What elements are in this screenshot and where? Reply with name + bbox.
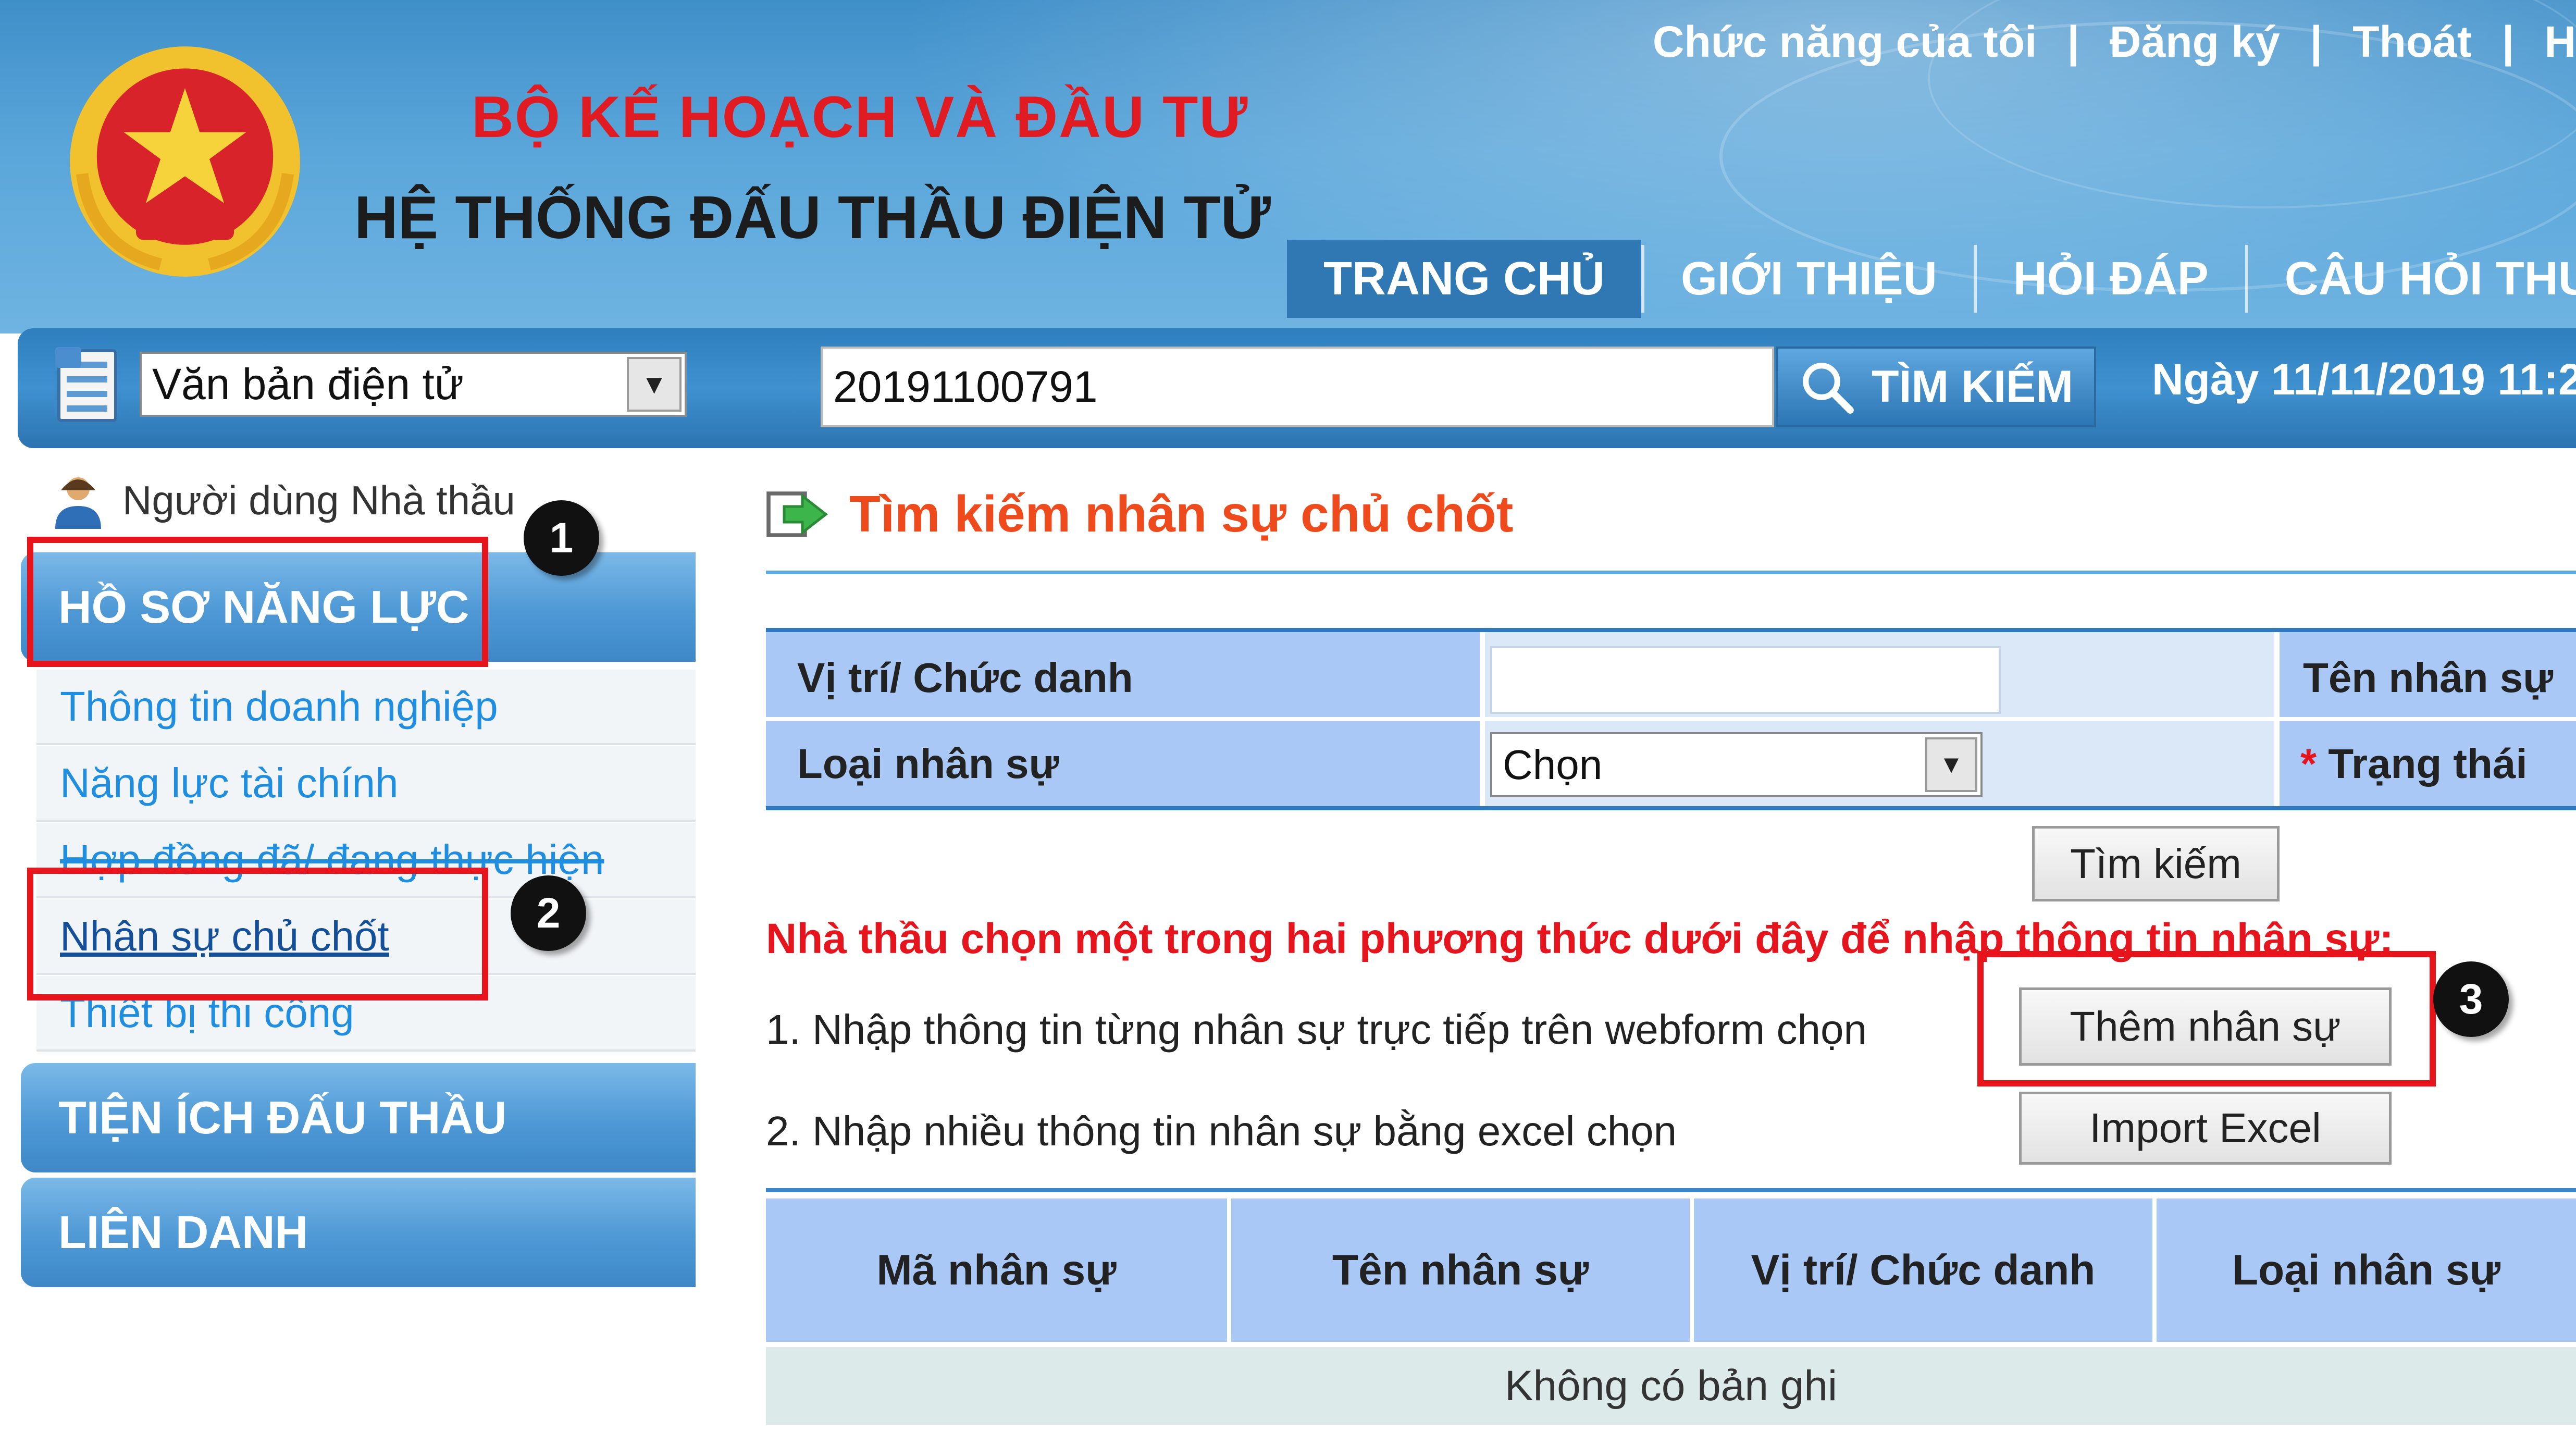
- highlight-box-3: [1977, 951, 2436, 1086]
- separator: |: [2501, 17, 2515, 66]
- column-header-type: Loại nhân sự: [2232, 1246, 2500, 1294]
- column-separator: [2152, 1199, 2157, 1342]
- personnel-type-value: Chọn: [1503, 741, 1603, 788]
- status-label-text: Trạng thái: [2328, 740, 2528, 787]
- tab-faq[interactable]: CÂU HỎI THƯỜNG: [2248, 240, 2576, 318]
- sidebar-item-financial[interactable]: Năng lực tài chính: [36, 746, 696, 822]
- step-badge-2: 2: [511, 875, 586, 951]
- sidebar-section-label: TIỆN ÍCH ĐẤU THẦU: [58, 1092, 507, 1143]
- search-button-label: TÌM KIẾM: [1872, 362, 2073, 412]
- filter-search-button[interactable]: Tìm kiếm: [2032, 826, 2280, 901]
- personnel-type-select[interactable]: Chọn ▼: [1490, 732, 1983, 797]
- separator: |: [2310, 17, 2323, 66]
- required-marker: *: [2300, 740, 2317, 787]
- my-functions-link[interactable]: Chức năng của tôi: [1653, 17, 2037, 67]
- search-button[interactable]: TÌM KIẾM: [1776, 347, 2096, 427]
- column-header-id: Mã nhân sự: [876, 1246, 1117, 1294]
- personnel-name-label: Tên nhân sự: [2303, 654, 2554, 701]
- highlight-box-1: [27, 537, 488, 667]
- register-link[interactable]: Đăng ký: [2110, 17, 2280, 67]
- national-emblem-icon: [70, 46, 300, 277]
- main-nav: TRANG CHỦ GIỚI THIỆU HỎI ĐÁP CÂU HỎI THƯ…: [1287, 240, 2576, 318]
- arrow-right-icon: [766, 491, 828, 537]
- current-date: Ngày 11/11/2019 11:2: [2152, 355, 2576, 404]
- tab-about[interactable]: GIỚI THIỆU: [1644, 240, 1974, 318]
- sidebar-section-label: LIÊN DANH: [58, 1206, 308, 1258]
- filter-row-divider: [766, 717, 2576, 721]
- sidebar-section-joint-venture[interactable]: LIÊN DANH: [21, 1178, 696, 1287]
- document-type-select[interactable]: Văn bản điện tử ▼: [140, 352, 687, 417]
- user-info: Người dùng Nhà thầu: [49, 472, 515, 529]
- dropdown-arrow-icon[interactable]: ▼: [1925, 737, 1977, 792]
- title-divider: [766, 571, 2576, 574]
- sidebar-item-label: Năng lực tài chính: [60, 759, 399, 806]
- empty-results-row: Không có bản ghi: [766, 1347, 2576, 1425]
- help-link[interactable]: H: [2544, 17, 2576, 67]
- magnifier-icon: [1803, 362, 1854, 414]
- column-separator: [1690, 1199, 1694, 1342]
- step-badge-3: 3: [2433, 961, 2509, 1037]
- document-type-value: Văn bản điện tử: [152, 360, 464, 409]
- sidebar-section-utilities[interactable]: TIỆN ÍCH ĐẤU THẦU: [21, 1063, 696, 1172]
- column-header-name: Tên nhân sự: [1332, 1246, 1589, 1294]
- system-name: HỆ THỐNG ĐẤU THẦU ĐIỆN TỬ: [354, 183, 1271, 251]
- option-1-text: 1. Nhập thông tin từng nhân sự trực tiếp…: [766, 1006, 1867, 1053]
- search-input[interactable]: [821, 347, 1774, 427]
- logout-link[interactable]: Thoát: [2352, 17, 2472, 67]
- user-icon: [55, 477, 101, 529]
- sidebar-item-label: Thông tin doanh nghiệp: [60, 683, 498, 730]
- table-top-line: [766, 1188, 2576, 1192]
- tab-home[interactable]: TRANG CHỦ: [1287, 240, 1641, 318]
- dropdown-arrow-icon[interactable]: ▼: [627, 357, 682, 412]
- top-links: Chức năng của tôi | Đăng ký | Thoát | H: [1653, 8, 2576, 76]
- ministry-name: BỘ KẾ HOẠCH VÀ ĐẦU TƯ: [472, 84, 1249, 150]
- tab-qa[interactable]: HỎI ĐÁP: [1977, 240, 2245, 318]
- import-excel-button[interactable]: Import Excel: [2019, 1092, 2392, 1165]
- separator: |: [2067, 17, 2079, 66]
- step-badge-1: 1: [524, 500, 599, 576]
- position-input[interactable]: [1490, 646, 2001, 714]
- position-label: Vị trí/ Chức danh: [797, 654, 1133, 701]
- status-label: * Trạng thái: [2300, 740, 2528, 788]
- site-header: BỘ KẾ HOẠCH VÀ ĐẦU TƯ HỆ THỐNG ĐẤU THẦU …: [0, 0, 2576, 333]
- page-title-text: Tìm kiếm nhân sự chủ chốt: [849, 485, 1514, 542]
- personnel-type-label: Loại nhân sự: [797, 740, 1059, 787]
- column-header-position: Vị trí/ Chức danh: [1751, 1246, 2096, 1294]
- option-2-text: 2. Nhập nhiều thông tin nhân sự bằng exc…: [766, 1108, 1677, 1154]
- document-icon: [55, 347, 117, 422]
- page-title: Tìm kiếm nhân sự chủ chốt: [766, 485, 1513, 543]
- user-role: Người dùng Nhà thầu: [122, 477, 515, 523]
- column-separator: [1227, 1199, 1231, 1342]
- sidebar-item-company-info[interactable]: Thông tin doanh nghiệp: [36, 670, 696, 745]
- highlight-box-2: [27, 868, 488, 1000]
